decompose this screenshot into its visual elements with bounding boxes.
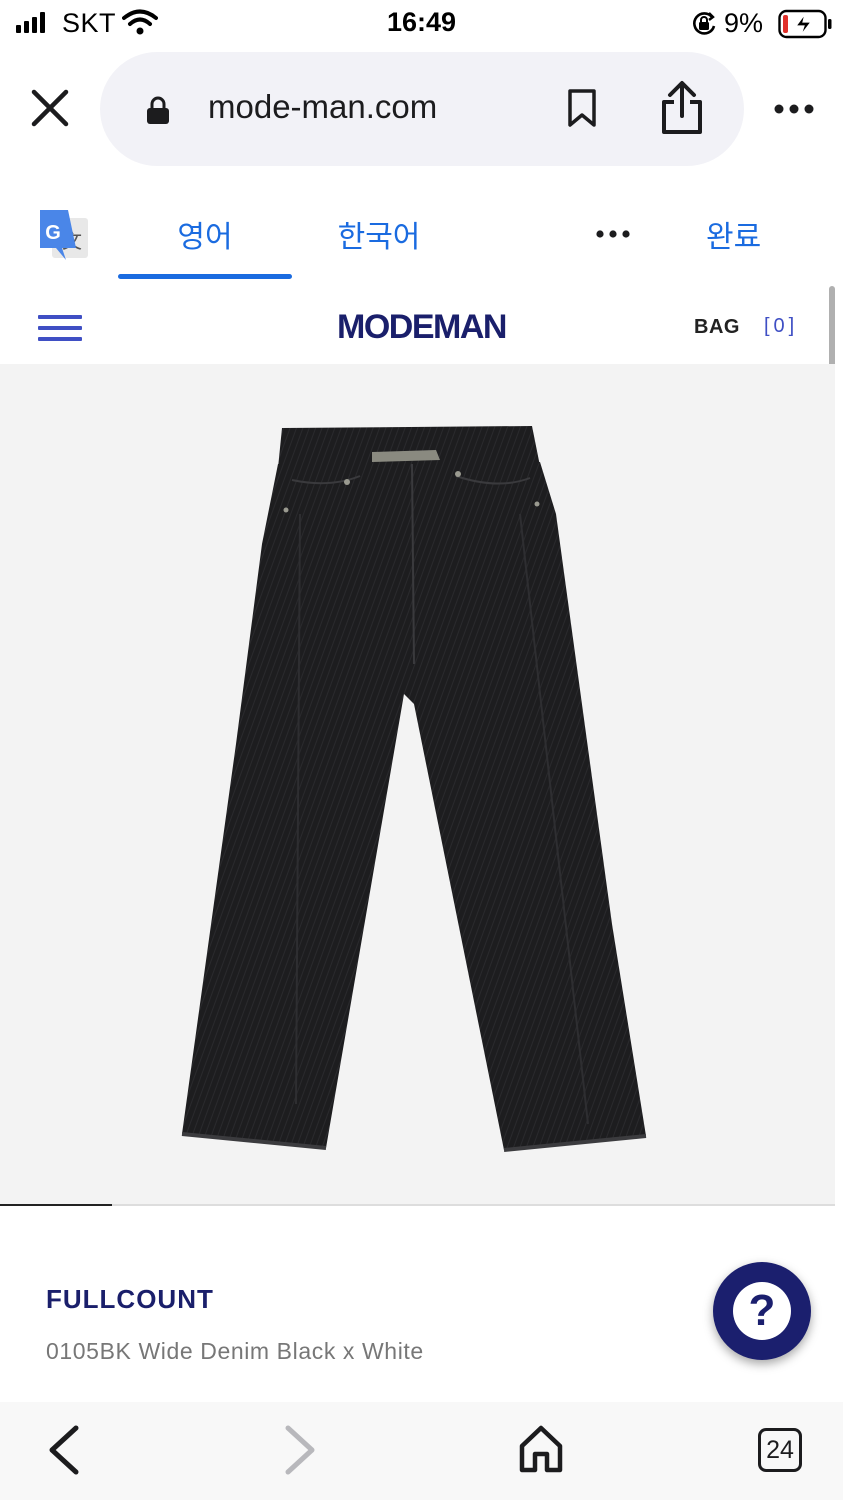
browser-toolbar bbox=[0, 1402, 843, 1500]
share-button[interactable] bbox=[660, 80, 704, 141]
tabs-button[interactable]: 24 bbox=[758, 1428, 802, 1472]
home-button[interactable] bbox=[518, 1424, 564, 1479]
url-text[interactable]: mode-man.com bbox=[208, 88, 437, 126]
gallery-progress-track bbox=[0, 1204, 835, 1206]
rotation-lock-icon bbox=[690, 10, 718, 43]
share-icon bbox=[662, 81, 702, 134]
back-icon bbox=[49, 1425, 79, 1475]
svg-text:G: G bbox=[45, 222, 61, 244]
more-icon bbox=[774, 104, 814, 114]
tab-korean[interactable]: 한국어 bbox=[294, 212, 464, 256]
done-button[interactable]: 완료 bbox=[706, 212, 761, 256]
battery-percent: 9% bbox=[724, 8, 764, 38]
battery-charging-icon bbox=[778, 9, 832, 44]
bookmark-icon bbox=[568, 89, 596, 127]
more-button[interactable] bbox=[774, 102, 814, 120]
bag-link[interactable]: BAG bbox=[694, 316, 740, 339]
gallery-progress-indicator bbox=[0, 1204, 112, 1206]
product-brand[interactable]: FULLCOUNT bbox=[46, 1284, 214, 1315]
product-name: 0105BK Wide Denim Black x White bbox=[46, 1338, 424, 1364]
product-image[interactable] bbox=[0, 364, 835, 1206]
forward-icon bbox=[285, 1425, 315, 1475]
help-icon: ? bbox=[733, 1282, 791, 1340]
bookmark-button[interactable] bbox=[566, 88, 598, 133]
forward-button[interactable] bbox=[280, 1424, 320, 1481]
close-button[interactable] bbox=[30, 88, 70, 128]
bag-count[interactable]: [0] bbox=[764, 315, 798, 338]
active-tab-indicator bbox=[118, 274, 292, 279]
google-translate-icon[interactable]: 文 G bbox=[38, 208, 90, 260]
more-icon bbox=[596, 230, 630, 238]
lock-icon bbox=[146, 96, 170, 129]
black-denim-jeans-photo bbox=[181, 426, 647, 1152]
help-button[interactable]: ? bbox=[713, 1262, 811, 1360]
translate-more-button[interactable] bbox=[596, 226, 630, 244]
back-button[interactable] bbox=[44, 1424, 84, 1481]
tab-english[interactable]: 영어 bbox=[118, 212, 292, 256]
close-icon bbox=[31, 89, 69, 127]
home-icon bbox=[519, 1425, 563, 1473]
